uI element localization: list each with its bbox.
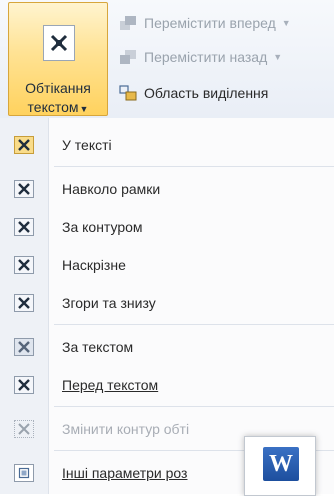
menu-item-label: Згори та знизу bbox=[62, 295, 156, 311]
tight-wrap-icon bbox=[14, 218, 34, 236]
menu-separator bbox=[54, 166, 334, 167]
selection-pane-button[interactable]: Область виділення bbox=[118, 82, 268, 104]
send-backward-icon bbox=[118, 48, 138, 66]
layout-options-icon bbox=[14, 464, 34, 482]
menu-item-label: Інші параметри роз bbox=[62, 465, 188, 481]
menu-item-tight[interactable]: За контуром bbox=[0, 210, 334, 244]
square-wrap-icon bbox=[14, 180, 34, 198]
in-front-of-text-icon bbox=[14, 376, 34, 394]
menu-item-in-front-of-text[interactable]: Перед текстом bbox=[0, 368, 334, 402]
bring-forward-button[interactable]: Перемістити вперед ▼ bbox=[118, 12, 291, 34]
menu-item-label: Навколо рамки bbox=[62, 181, 161, 197]
chevron-down-icon: ▼ bbox=[79, 104, 89, 114]
word-app-popup[interactable]: W bbox=[244, 436, 316, 496]
menu-separator bbox=[54, 324, 334, 325]
menu-item-label: За контуром bbox=[62, 219, 143, 235]
behind-text-icon bbox=[14, 338, 34, 356]
menu-item-label: Наскрізне bbox=[62, 257, 126, 273]
menu-item-in-line-with-text[interactable]: У тексті bbox=[0, 128, 334, 162]
send-backward-button[interactable]: Перемістити назад ▼ bbox=[118, 46, 282, 68]
bring-forward-icon bbox=[118, 14, 138, 32]
wrap-text-button[interactable]: Обтікання текстом▼ bbox=[8, 2, 108, 116]
menu-item-through[interactable]: Наскрізне bbox=[0, 248, 334, 282]
menu-item-label: Перед текстом bbox=[62, 377, 159, 393]
menu-item-label: Змінити контур обті bbox=[62, 421, 190, 437]
menu-item-top-and-bottom[interactable]: Згори та знизу bbox=[0, 286, 334, 320]
word-logo-icon: W bbox=[263, 447, 305, 481]
chevron-down-icon: ▼ bbox=[273, 52, 283, 62]
through-wrap-icon bbox=[14, 256, 34, 274]
menu-item-label: За текстом bbox=[62, 339, 134, 355]
wrap-text-icon bbox=[43, 25, 75, 61]
selection-highlight bbox=[2, 130, 330, 160]
menu-separator bbox=[54, 406, 334, 407]
send-backward-label: Перемістити назад bbox=[144, 49, 268, 65]
selection-pane-label: Область виділення bbox=[144, 85, 269, 101]
top-bottom-wrap-icon bbox=[14, 294, 34, 312]
arrange-ribbon-group: Обтікання текстом▼ Перемістити вперед ▼ … bbox=[0, 0, 334, 119]
wrap-text-label-line1: Обтікання bbox=[25, 80, 91, 96]
wrap-text-label-text: текстом bbox=[27, 99, 79, 115]
menu-item-label: У тексті bbox=[62, 137, 112, 153]
selection-pane-icon bbox=[118, 84, 138, 102]
chevron-down-icon: ▼ bbox=[281, 18, 291, 28]
edit-wrap-points-icon bbox=[14, 420, 34, 438]
menu-item-behind-text[interactable]: За текстом bbox=[0, 330, 334, 364]
wrap-text-label-line2: текстом▼ bbox=[9, 99, 107, 115]
in-line-wrap-icon bbox=[14, 136, 34, 154]
bring-forward-label: Перемістити вперед bbox=[144, 15, 276, 31]
menu-item-square[interactable]: Навколо рамки bbox=[0, 172, 334, 206]
